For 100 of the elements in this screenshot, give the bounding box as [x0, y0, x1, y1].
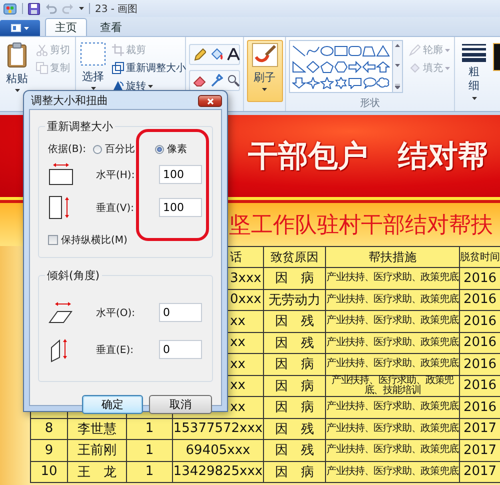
- table-cell: 因 残: [264, 418, 326, 440]
- text-tool-tool[interactable]: [226, 47, 241, 62]
- save-icon[interactable]: [28, 2, 40, 14]
- table-cell: 2016: [460, 354, 500, 376]
- ribbon-tab[interactable]: 主页: [45, 18, 87, 36]
- line-shape[interactable]: [292, 43, 306, 58]
- checkbox[interactable]: [48, 235, 58, 245]
- table-cell: 2016: [460, 332, 500, 354]
- pencil-tool[interactable]: [192, 47, 207, 62]
- ribbon-tab[interactable]: 查看: [90, 18, 132, 36]
- radio-button[interactable]: [155, 144, 164, 154]
- crop-icon: [112, 44, 124, 56]
- table-cell: 因 病: [264, 397, 326, 418]
- right-triangle-shape-icon: [292, 60, 306, 72]
- rectangle-shape-icon: [334, 44, 348, 56]
- table-cell: 产业扶持、医疗求助、政策兜底: [326, 311, 460, 332]
- copy-icon: [36, 62, 48, 74]
- cloud-callout[interactable]: [376, 75, 390, 90]
- size-button[interactable]: 粗细: [458, 40, 490, 100]
- number-input[interactable]: 100: [159, 198, 202, 217]
- table-cell: 2016: [460, 397, 500, 418]
- caret-icon: [148, 84, 153, 88]
- number-input[interactable]: 0: [159, 340, 202, 359]
- right-arrow-shape-icon: [348, 60, 362, 72]
- radio-label[interactable]: 像素: [167, 142, 187, 156]
- poster-title: 干部包户 结对帮: [248, 138, 488, 176]
- rectangle-callout-icon: [348, 76, 362, 88]
- selection-icon: [80, 42, 106, 66]
- table-cell: 因 病: [264, 354, 326, 376]
- table-cell: 王前刚: [68, 440, 127, 462]
- color-picker-tool[interactable]: [209, 73, 224, 88]
- triangle-shape[interactable]: [376, 43, 390, 58]
- close-button[interactable]: [198, 95, 222, 107]
- left-arrow-shape[interactable]: [362, 59, 376, 74]
- brush-button[interactable]: 刷子: [246, 40, 282, 102]
- color-swatch[interactable]: [493, 43, 500, 71]
- resize-button[interactable]: 重新调整大小: [110, 60, 188, 76]
- caret-icon: [472, 96, 476, 100]
- table-cell: 产业扶持、医疗求助、政策兜底: [326, 462, 460, 483]
- table-cell: 2017: [460, 440, 500, 462]
- eraser-icon: [193, 74, 206, 87]
- right-triangle-shape[interactable]: [292, 59, 306, 74]
- rectangle-callout[interactable]: [348, 75, 362, 90]
- curve-shape-icon: [306, 44, 320, 56]
- oval-callout[interactable]: [362, 75, 376, 90]
- width-resize-icon: [48, 163, 74, 186]
- table-cell: 李世慧: [68, 418, 127, 440]
- hexagon-shape[interactable]: [334, 59, 348, 74]
- table-cell: 因 病: [264, 268, 326, 290]
- table-cell: 2017: [460, 462, 500, 483]
- magnifier-tool[interactable]: [226, 73, 241, 88]
- column-header: 帮扶措施: [326, 247, 460, 268]
- table-cell: 2016: [460, 311, 500, 332]
- diamond-shape[interactable]: [306, 59, 320, 74]
- right-arrow-shape[interactable]: [348, 59, 362, 74]
- brush-icon: [252, 43, 278, 67]
- field-label: 水平(O):: [96, 306, 136, 320]
- triangle-shape-icon: [376, 44, 390, 56]
- window-title: 23 - 画图: [95, 2, 138, 16]
- line-widths-icon: [462, 44, 486, 62]
- table-cell: 10: [31, 462, 68, 483]
- file-menu-button[interactable]: [0, 20, 40, 36]
- six-point-star-icon: [334, 76, 348, 88]
- paste-button[interactable]: 粘贴: [3, 40, 31, 89]
- select-button[interactable]: 选择: [79, 40, 107, 89]
- fill-bucket-tool[interactable]: [209, 47, 224, 62]
- table-cell: 1: [127, 418, 173, 440]
- table-cell: 产业扶持、医疗求助、政策兜底: [326, 397, 460, 418]
- table-cell: 2016: [460, 376, 500, 397]
- radio-label[interactable]: 百分比: [105, 142, 135, 156]
- scroll-down-icon[interactable]: [395, 64, 400, 67]
- group-label: 形状: [359, 97, 381, 111]
- table-cell: 因 残: [264, 332, 326, 354]
- table-cell: 2016: [460, 268, 500, 290]
- gallery-expand-icon[interactable]: [395, 84, 400, 89]
- field-label: 垂直(V):: [96, 202, 136, 214]
- cancel-button[interactable]: 取消: [149, 395, 212, 414]
- radio-button[interactable]: [93, 144, 102, 154]
- five-point-star-icon: [320, 76, 334, 88]
- down-arrow-shape[interactable]: [292, 75, 306, 90]
- table-cell: 产业扶持、医疗求助、政策兜底: [326, 268, 460, 290]
- pentagon-shape[interactable]: [320, 59, 334, 74]
- six-point-star[interactable]: [334, 75, 348, 90]
- number-input[interactable]: 0: [159, 303, 202, 322]
- up-arrow-shape[interactable]: [376, 59, 390, 74]
- five-point-star[interactable]: [320, 75, 334, 90]
- table-cell: 1: [127, 440, 173, 462]
- checkbox-label[interactable]: 保持纵横比(M): [61, 233, 128, 247]
- group-label: 重新调整大小: [46, 119, 114, 134]
- scissors-icon: [36, 44, 48, 56]
- resize-icon: [112, 62, 124, 74]
- table-cell: 15377572xxx: [173, 418, 264, 440]
- four-point-star[interactable]: [306, 75, 320, 90]
- ok-button[interactable]: 确定: [82, 395, 143, 414]
- paint-app-icon[interactable]: [3, 2, 17, 15]
- table-cell: 69405xxx: [173, 440, 264, 462]
- scroll-up-icon[interactable]: [395, 44, 400, 47]
- number-input[interactable]: 100: [159, 165, 202, 184]
- four-point-star-icon: [306, 76, 320, 88]
- cloud-callout-icon: [376, 76, 390, 88]
